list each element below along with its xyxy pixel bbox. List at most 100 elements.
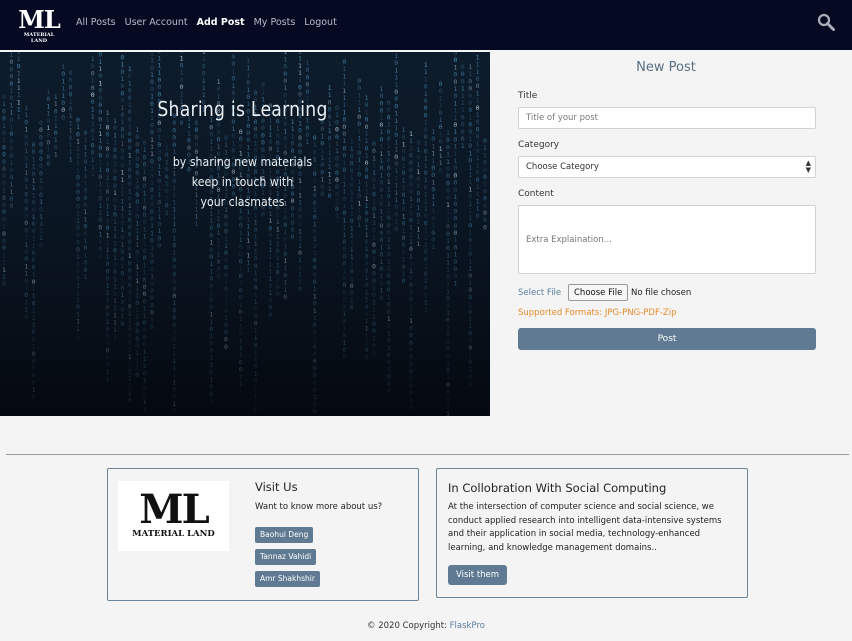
- matrix-digit: 1: [17, 113, 21, 121]
- person-button-amr[interactable]: Amr Shakhshir: [255, 571, 320, 587]
- matrix-digit: 0: [342, 353, 346, 361]
- matrix-digit: 1: [461, 142, 465, 150]
- visit-us-card: ML MATERIAL LAND Visit Us Want to know m…: [107, 468, 419, 601]
- matrix-digit: 0: [476, 212, 480, 220]
- matrix-digit: 0: [128, 396, 132, 404]
- matrix-digit: 1: [83, 273, 87, 281]
- brand-logo[interactable]: ML MATERIAL LAND: [16, 5, 62, 45]
- matrix-digit: 0: [298, 285, 302, 293]
- matrix-digit: 1: [424, 306, 428, 314]
- matrix-digit: 1: [209, 397, 213, 405]
- matrix-digit: 0: [39, 241, 43, 249]
- logo-mark: ML: [18, 5, 60, 34]
- nav-my-posts[interactable]: My Posts: [254, 17, 296, 28]
- choose-file-button[interactable]: Choose File: [568, 284, 629, 301]
- matrix-digit: 1: [106, 375, 110, 383]
- matrix-digit: 1: [335, 212, 339, 220]
- collaboration-card: In Collobration With Social Computing At…: [436, 468, 748, 598]
- section-divider: [6, 454, 849, 455]
- matrix-digit: 0: [409, 404, 413, 412]
- matrix-digit: 1: [446, 410, 450, 416]
- person-button-tannaz[interactable]: Tannaz Vahidi: [255, 549, 317, 565]
- matrix-digit: 1: [416, 240, 420, 248]
- new-post-form: New Post Title Title of your post Catego…: [490, 52, 852, 416]
- matrix-digit: 1: [113, 333, 117, 341]
- matrix-digit: 0: [291, 233, 295, 241]
- search-icon[interactable]: [816, 12, 838, 34]
- nav-user-account[interactable]: User Account: [125, 17, 188, 28]
- hero-subtitle: by sharing new materials keep in touch w…: [29, 152, 456, 212]
- card-title: In Collobration With Social Computing: [448, 481, 667, 495]
- matrix-digit: 1: [468, 380, 472, 388]
- matrix-digit: 1: [357, 221, 361, 229]
- hero-subtitle-line: by sharing new materials: [172, 154, 313, 169]
- matrix-digit: 0: [172, 407, 176, 415]
- matrix-digit: 1: [98, 252, 102, 260]
- material-land-logo: ML MATERIAL LAND: [118, 481, 229, 551]
- matrix-digit: 0: [9, 202, 13, 210]
- matrix-digit: 0: [32, 393, 36, 401]
- nav-links: All Posts User Account Add Post My Posts…: [76, 17, 346, 28]
- content-textarea[interactable]: Extra Explaination...: [518, 205, 816, 274]
- person-button-baohui[interactable]: Baohui Deng: [255, 527, 314, 543]
- matrix-digit: 1: [372, 349, 376, 357]
- hero-subtitle-line: keep in touch with: [191, 174, 294, 189]
- matrix-digit: 1: [431, 243, 435, 251]
- matrix-digit: 1: [194, 220, 198, 228]
- matrix-digit: 0: [268, 311, 272, 319]
- logo-text: MATERIAL LAND: [132, 529, 215, 539]
- nav-logout[interactable]: Logout: [304, 17, 337, 28]
- post-button[interactable]: Post: [518, 328, 816, 350]
- matrix-digit: 0: [120, 320, 124, 328]
- matrix-digit: 1: [246, 266, 250, 274]
- form-heading: New Post: [636, 60, 696, 75]
- matrix-digit: 1: [239, 387, 243, 395]
- card-text-line: learning, and knowledge management domai…: [448, 542, 657, 553]
- matrix-digit: 0: [483, 223, 487, 231]
- title-input[interactable]: Title of your post: [518, 107, 816, 129]
- matrix-digit: 0: [276, 290, 280, 298]
- matrix-digit: 0: [387, 387, 391, 395]
- matrix-digit: 0: [283, 293, 287, 301]
- matrix-digit: 0: [402, 277, 406, 285]
- card-text-line: At the intersection of computer science …: [448, 502, 714, 512]
- matrix-digit: 1: [365, 353, 369, 361]
- card-text-line: conduct applied research into intelligen…: [448, 515, 722, 526]
- nav-all-posts[interactable]: All Posts: [76, 17, 116, 28]
- matrix-digit: 0: [157, 242, 161, 250]
- logo-mark: ML: [139, 486, 209, 533]
- card-text: Want to know more about us?: [255, 502, 383, 512]
- matrix-digit: 0: [313, 408, 317, 416]
- navbar: ML MATERIAL LAND All Posts User Account …: [0, 0, 852, 50]
- matrix-digit: 0: [24, 313, 28, 321]
- file-status: No file chosen: [631, 288, 692, 298]
- hero-subtitle-line: your clasmates: [200, 194, 285, 209]
- matrix-digit: 0: [2, 280, 6, 288]
- card-title: Visit Us: [255, 480, 298, 494]
- flaskpro-link[interactable]: FlaskPro: [450, 621, 485, 631]
- nav-add-post[interactable]: Add Post: [197, 17, 245, 28]
- content-label: Content: [518, 189, 554, 199]
- matrix-digit: 1: [254, 406, 258, 414]
- card-description: At the intersection of computer science …: [448, 501, 722, 555]
- matrix-digit: 1: [143, 405, 147, 413]
- category-label: Category: [518, 140, 560, 150]
- matrix-digit: 1: [217, 272, 221, 280]
- card-text-line: and their application in social media, t…: [448, 529, 701, 539]
- category-select[interactable]: Choose Category ▲ ▼: [518, 156, 816, 178]
- copyright-text: © 2020 Copyright:: [367, 621, 450, 631]
- title-label: Title: [518, 91, 538, 101]
- matrix-digit: 1: [76, 332, 80, 340]
- matrix-digit: 1: [453, 279, 457, 287]
- matrix-digit: 0: [350, 304, 354, 312]
- matrix-digit: 1: [305, 138, 309, 146]
- file-label: Select File: [518, 288, 562, 298]
- category-select-value: Choose Category: [526, 162, 599, 172]
- hero-title: Sharing is Learning: [157, 97, 328, 121]
- select-arrows-icon: ▲ ▼: [805, 159, 811, 174]
- footer: © 2020 Copyright: FlaskPro: [0, 621, 852, 631]
- visit-them-button[interactable]: Visit them: [448, 565, 508, 585]
- supported-formats: Supported Formats: JPG-PNG-PDF-Zip: [518, 308, 677, 318]
- matrix-digit: 0: [135, 371, 139, 379]
- matrix-digit: 0: [150, 323, 154, 331]
